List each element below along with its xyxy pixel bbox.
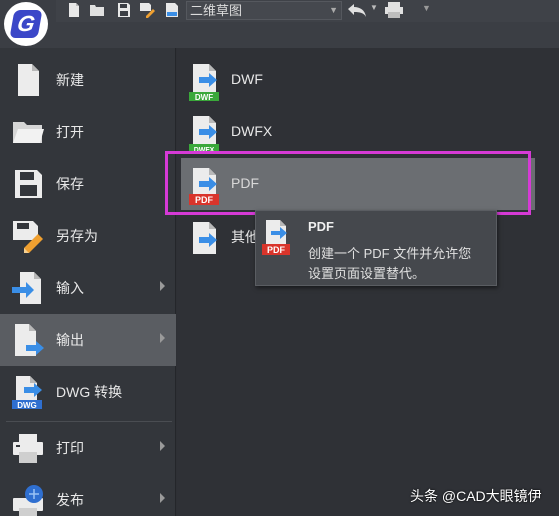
tooltip-description-line2: 设置页面设置替代。 (308, 266, 426, 281)
customize-toolbar-icon[interactable]: ▼ (422, 3, 431, 13)
menu-item-open[interactable]: 打开 (0, 106, 176, 158)
dwf-file-icon: DWF (189, 64, 219, 102)
menu-item-print[interactable]: 打印 (0, 422, 176, 474)
watermark: 头条 @CAD大眼镜伊 (410, 488, 542, 504)
submenu-item-label: DWFX (231, 123, 273, 139)
menu-item-publish[interactable]: 发布 (0, 474, 176, 516)
new-file-icon (18, 64, 39, 96)
export-icon (15, 324, 44, 356)
svg-text:DWG: DWG (17, 401, 37, 410)
menu-item-dwg-convert[interactable]: DWG DWG 转换 (0, 366, 176, 418)
menu-item-label: 打印 (56, 440, 84, 456)
menu-item-label: 新建 (56, 72, 84, 88)
menu-item-label: 保存 (56, 176, 84, 192)
workspace-value: 二维草图 (190, 3, 243, 18)
cloud-icon[interactable] (164, 2, 180, 18)
menu-item-label: DWG 转换 (56, 384, 123, 400)
open-icon[interactable] (89, 2, 105, 18)
pdf-tooltip: PDF PDF 创建一个 PDF 文件并允许您 设置页面设置替代。 (255, 210, 497, 286)
application-menu: 新建 打开 保存 另存为 输入 输出 DWG DWG 转换 打印 发布 (0, 48, 176, 516)
submenu-item-label: DWF (231, 71, 263, 87)
save-as-icon (13, 221, 43, 253)
dwf-badge: DWF (195, 93, 213, 102)
submenu-arrow-icon (160, 333, 165, 343)
menu-item-label: 另存为 (56, 228, 98, 244)
menu-item-label: 输入 (56, 280, 84, 296)
app-logo-icon: G (9, 10, 43, 38)
save-as-icon[interactable] (139, 2, 155, 18)
other-format-icon (193, 222, 217, 254)
dwfx-file-icon: DWFX (189, 116, 219, 154)
highlight-annotation (165, 151, 531, 215)
submenu-arrow-icon (160, 441, 165, 451)
menu-item-save-as[interactable]: 另存为 (0, 210, 176, 262)
tooltip-description-line1: 创建一个 PDF 文件并允许您 (308, 246, 472, 261)
undo-dropdown-icon[interactable]: ▼ (370, 3, 378, 12)
publish-icon (13, 485, 43, 516)
pdf-file-icon: PDF (262, 220, 290, 255)
workspace-dropdown[interactable]: 二维草图 ▼ (186, 1, 342, 20)
menu-item-label: 输出 (56, 332, 84, 348)
tooltip-title: PDF (308, 219, 334, 234)
plot-icon[interactable] (384, 1, 404, 19)
save-disk-icon (15, 170, 42, 198)
menu-item-import[interactable]: 输入 (0, 262, 176, 314)
undo-icon[interactable] (346, 2, 368, 18)
menu-item-save[interactable]: 保存 (0, 158, 176, 210)
menu-item-new[interactable]: 新建 (0, 54, 176, 106)
submenu-arrow-icon (160, 281, 165, 291)
import-icon (12, 272, 41, 304)
menu-item-label: 打开 (56, 124, 84, 140)
menu-item-export[interactable]: 输出 (0, 314, 176, 366)
new-icon[interactable] (66, 2, 82, 18)
chevron-down-icon: ▼ (329, 5, 338, 15)
print-icon (13, 434, 43, 463)
save-icon[interactable] (116, 2, 132, 18)
app-menu-button[interactable]: G (4, 2, 48, 46)
dwg-convert-icon: DWG (12, 376, 42, 410)
menu-item-label: 发布 (56, 492, 84, 508)
open-folder-icon (13, 122, 44, 143)
tooltip-badge: PDF (267, 245, 286, 255)
submenu-item-dwf[interactable]: DWF DWF (181, 54, 535, 106)
submenu-arrow-icon (160, 493, 165, 503)
title-toolbar: G 二维草图 ▼ ▼ ▼ (0, 0, 559, 48)
